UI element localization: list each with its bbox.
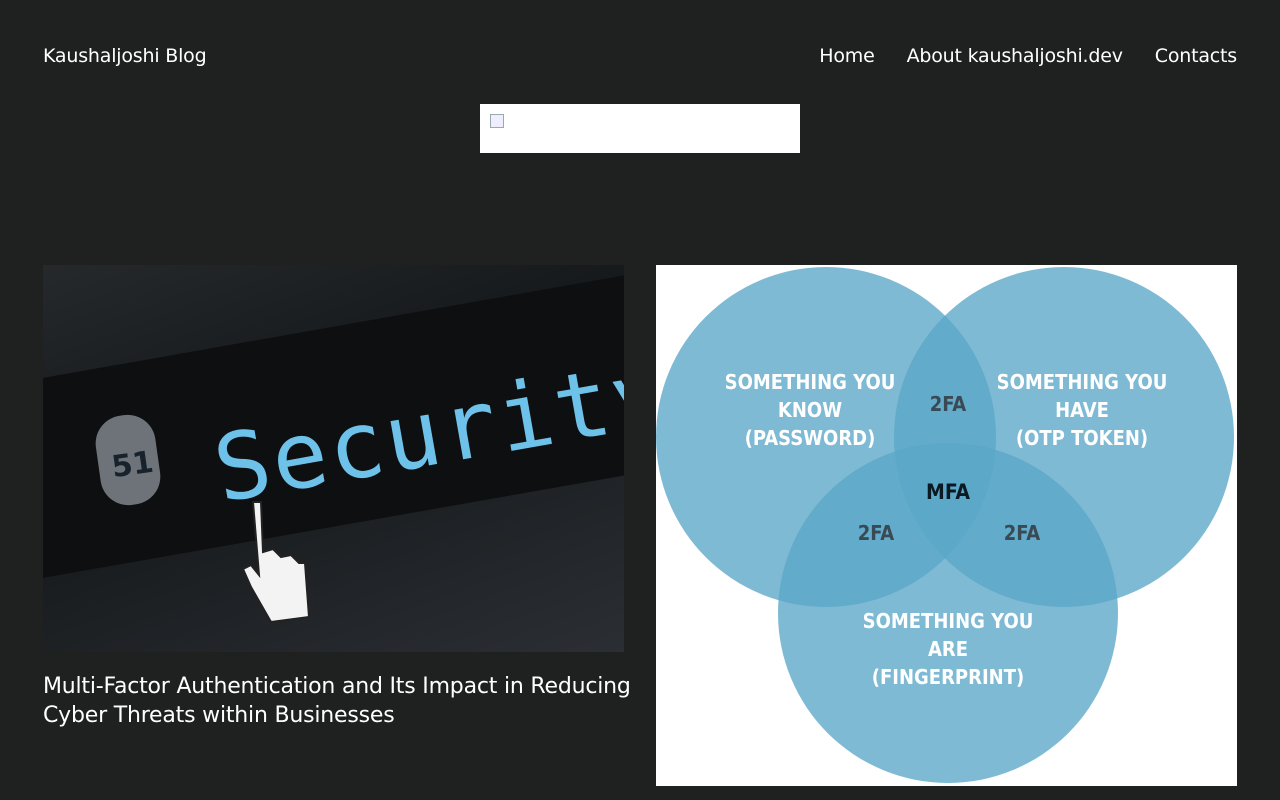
security-screen-graphic: 51 Security <box>95 339 624 624</box>
security-word: Security <box>206 339 624 524</box>
are-label-line3: (FINGERPRINT) <box>872 665 1024 689</box>
header-banner-image <box>480 104 800 153</box>
overlap-left-label: 2FA <box>858 521 895 545</box>
mfa-venn-graphic: SOMETHING YOU KNOW (PASSWORD) SOMETHING … <box>656 267 1234 783</box>
know-label-line2: KNOW <box>778 398 842 422</box>
have-label-line2: HAVE <box>1055 398 1109 422</box>
overlap-right-label: 2FA <box>1004 521 1041 545</box>
have-label-line3: (OTP TOKEN) <box>1016 426 1148 450</box>
main-nav: Home About kaushaljoshi.dev Contacts <box>819 45 1237 67</box>
post-featured-image-security[interactable]: 51 Security <box>43 265 624 652</box>
have-label-line1: SOMETHING YOU <box>997 370 1168 394</box>
hand-cursor-icon <box>241 501 311 624</box>
center-mfa-label: MFA <box>926 480 970 504</box>
post-featured-image-mfa-venn[interactable]: SOMETHING YOU KNOW (PASSWORD) SOMETHING … <box>656 265 1237 786</box>
nav-about[interactable]: About kaushaljoshi.dev <box>907 45 1123 67</box>
nav-home[interactable]: Home <box>819 45 875 67</box>
know-label-line3: (PASSWORD) <box>745 426 876 450</box>
are-label-line1: SOMETHING YOU <box>863 609 1034 633</box>
broken-image-icon <box>490 114 504 128</box>
site-title-link[interactable]: Kaushaljoshi Blog <box>43 45 207 67</box>
post-title-link[interactable]: Multi-Factor Authentication and Its Impa… <box>43 672 633 730</box>
badge-number: 51 <box>109 445 155 485</box>
overlap-top-label: 2FA <box>930 392 967 416</box>
know-label-line1: SOMETHING YOU <box>725 370 896 394</box>
are-label-line2: ARE <box>928 637 968 661</box>
nav-contacts[interactable]: Contacts <box>1155 45 1237 67</box>
